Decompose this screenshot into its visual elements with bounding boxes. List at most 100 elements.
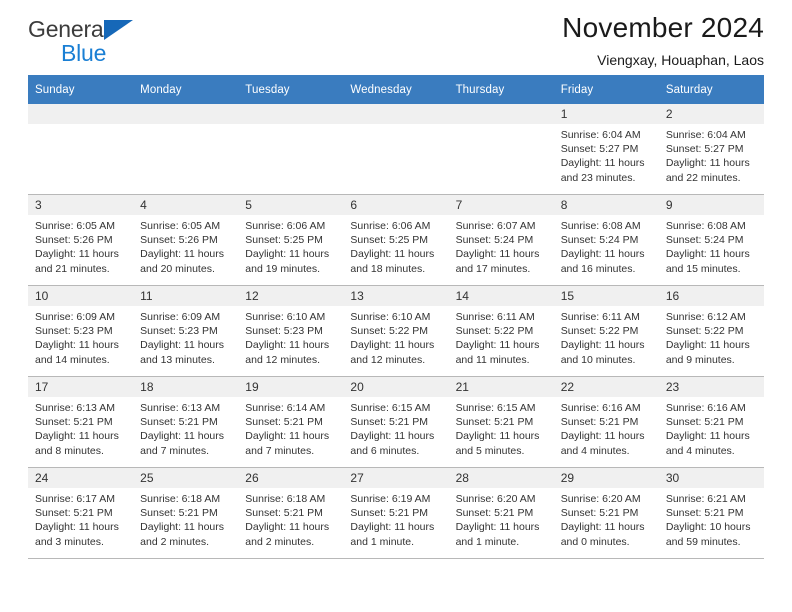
daylight-text: Daylight: 11 hours and 7 minutes. bbox=[140, 430, 224, 457]
day-details: Sunrise: 6:04 AM Sunset: 5:27 PM Daylight:… bbox=[659, 124, 764, 185]
calendar-day-cell[interactable]: 9 Sunrise: 6:08 AM Sunset: 5:24 PM Daylight… bbox=[658, 194, 764, 286]
day-details: Sunrise: 6:17 AM Sunset: 5:21 PM Daylight:… bbox=[28, 488, 133, 549]
calendar-day-cell[interactable]: 10 Sunrise: 6:09 AM Sunset: 5:23 PM Dayligh… bbox=[28, 285, 134, 377]
sunrise-text: Sunrise: 6:06 AM bbox=[245, 220, 326, 232]
calendar-day-cell[interactable]: 14 Sunrise: 6:11 AM Sunset: 5:22 PM Dayligh… bbox=[448, 285, 554, 377]
calendar-day-cell[interactable]: 1 Sunrise: 6:04 AM Sunset: 5:27 PM Daylight… bbox=[553, 104, 659, 195]
sunrise-text: Sunrise: 6:04 AM bbox=[560, 129, 641, 141]
weekday-header-friday: Friday bbox=[553, 75, 659, 104]
calendar-day-cell[interactable]: 2 Sunrise: 6:04 AM Sunset: 5:27 PM Daylight… bbox=[658, 104, 764, 195]
calendar-day-cell[interactable]: 15 Sunrise: 6:11 AM Sunset: 5:22 PM Dayligh… bbox=[553, 285, 659, 377]
sunset-text: Sunset: 5:21 PM bbox=[560, 416, 639, 429]
sunset-text: Sunset: 5:22 PM bbox=[560, 325, 639, 338]
sunrise-text: Sunrise: 6:10 AM bbox=[245, 311, 326, 323]
calendar-day-cell[interactable]: 25 Sunrise: 6:18 AM Sunset: 5:21 PM Dayligh… bbox=[133, 467, 239, 559]
day-details: Sunrise: 6:21 AM Sunset: 5:21 PM Daylight:… bbox=[659, 488, 764, 549]
sunset-text: Sunset: 5:21 PM bbox=[35, 507, 113, 520]
sunrise-text: Sunrise: 6:16 AM bbox=[665, 402, 746, 414]
day-details: Sunrise: 6:11 AM Sunset: 5:22 PM Daylight:… bbox=[554, 306, 659, 367]
daylight-text: Daylight: 11 hours and 1 minute. bbox=[350, 521, 435, 548]
calendar-day-cell[interactable]: 13 Sunrise: 6:10 AM Sunset: 5:22 PM Dayligh… bbox=[343, 285, 449, 377]
daylight-text: Daylight: 11 hours and 12 minutes. bbox=[245, 339, 330, 366]
day-number: 19 bbox=[238, 377, 344, 397]
calendar-day-cell[interactable]: 7 Sunrise: 6:07 AM Sunset: 5:24 PM Daylight… bbox=[448, 194, 554, 286]
sunrise-text: Sunrise: 6:10 AM bbox=[350, 311, 431, 323]
page-subtitle: Viengxay, Houaphan, Laos bbox=[597, 52, 764, 69]
day-details: Sunrise: 6:13 AM Sunset: 5:21 PM Daylight:… bbox=[28, 397, 133, 458]
calendar-day-cell[interactable]: 3 Sunrise: 6:05 AM Sunset: 5:26 PM Daylight… bbox=[28, 194, 134, 286]
calendar-day-cell[interactable]: 20 Sunrise: 6:15 AM Sunset: 5:21 PM Dayligh… bbox=[343, 376, 449, 468]
calendar-day-cell[interactable]: 26 Sunrise: 6:18 AM Sunset: 5:21 PM Dayligh… bbox=[238, 467, 344, 559]
day-number: 12 bbox=[238, 286, 344, 306]
day-number: 21 bbox=[448, 377, 554, 397]
sunset-text: Sunset: 5:21 PM bbox=[665, 507, 744, 520]
day-number: 29 bbox=[553, 468, 659, 488]
calendar-day-cell[interactable]: 19 Sunrise: 6:14 AM Sunset: 5:21 PM Dayligh… bbox=[238, 376, 344, 468]
day-number: 16 bbox=[658, 286, 764, 306]
day-details: Sunrise: 6:05 AM Sunset: 5:26 PM Daylight:… bbox=[28, 215, 133, 276]
day-details: Sunrise: 6:05 AM Sunset: 5:26 PM Daylight:… bbox=[133, 215, 238, 276]
calendar-day-cell[interactable]: 16 Sunrise: 6:12 AM Sunset: 5:22 PM Dayligh… bbox=[658, 285, 764, 377]
sunset-text: Sunset: 5:24 PM bbox=[560, 234, 639, 247]
calendar-day-cell[interactable]: 11 Sunrise: 6:09 AM Sunset: 5:23 PM Dayligh… bbox=[133, 285, 239, 377]
sunrise-text: Sunrise: 6:20 AM bbox=[560, 493, 641, 505]
calendar-day-cell[interactable]: 22 Sunrise: 6:16 AM Sunset: 5:21 PM Dayligh… bbox=[553, 376, 659, 468]
logo-text-general: General bbox=[28, 16, 109, 42]
logo-text-blue: Blue bbox=[61, 40, 107, 66]
sunset-text: Sunset: 5:21 PM bbox=[140, 507, 218, 520]
daylight-text: Daylight: 11 hours and 7 minutes. bbox=[245, 430, 330, 457]
sunset-text: Sunset: 5:27 PM bbox=[665, 143, 744, 156]
day-number: 17 bbox=[28, 377, 134, 397]
sunset-text: Sunset: 5:21 PM bbox=[560, 507, 639, 520]
weekday-header-monday: Monday bbox=[133, 75, 239, 104]
calendar-week-row: 1 Sunrise: 6:04 AM Sunset: 5:27 PM Daylight… bbox=[28, 104, 764, 195]
calendar-day-cell[interactable]: 6 Sunrise: 6:06 AM Sunset: 5:25 PM Daylight… bbox=[343, 194, 449, 286]
calendar-day-cell[interactable]: 8 Sunrise: 6:08 AM Sunset: 5:24 PM Daylight… bbox=[553, 194, 659, 286]
calendar-day-cell[interactable]: 17 Sunrise: 6:13 AM Sunset: 5:21 PM Dayligh… bbox=[28, 376, 134, 468]
sunset-text: Sunset: 5:27 PM bbox=[560, 143, 639, 156]
sunset-text: Sunset: 5:22 PM bbox=[350, 325, 429, 338]
calendar-day-cell[interactable]: 18 Sunrise: 6:13 AM Sunset: 5:21 PM Dayligh… bbox=[133, 376, 239, 468]
daylight-text: Daylight: 11 hours and 15 minutes. bbox=[665, 248, 750, 275]
calendar-body: 1 Sunrise: 6:04 AM Sunset: 5:27 PM Daylight… bbox=[28, 104, 764, 559]
calendar-day-cell[interactable]: 5 Sunrise: 6:06 AM Sunset: 5:25 PM Daylight… bbox=[238, 194, 344, 286]
sunset-text: Sunset: 5:22 PM bbox=[665, 325, 744, 338]
sunset-text: Sunset: 5:24 PM bbox=[455, 234, 534, 247]
calendar-day-cell[interactable]: 28 Sunrise: 6:20 AM Sunset: 5:21 PM Dayligh… bbox=[448, 467, 554, 559]
sunset-text: Sunset: 5:21 PM bbox=[455, 507, 534, 520]
sunrise-text: Sunrise: 6:18 AM bbox=[140, 493, 221, 505]
day-number: 1 bbox=[553, 104, 659, 124]
sunset-text: Sunset: 5:23 PM bbox=[140, 325, 218, 338]
calendar-day-cell[interactable]: 12 Sunrise: 6:10 AM Sunset: 5:23 PM Dayligh… bbox=[238, 285, 344, 377]
sunrise-text: Sunrise: 6:12 AM bbox=[665, 311, 746, 323]
day-number: 13 bbox=[343, 286, 449, 306]
daylight-text: Daylight: 11 hours and 3 minutes. bbox=[35, 521, 119, 548]
daylight-text: Daylight: 11 hours and 18 minutes. bbox=[350, 248, 435, 275]
sunset-text: Sunset: 5:21 PM bbox=[350, 507, 429, 520]
daylight-text: Daylight: 11 hours and 10 minutes. bbox=[560, 339, 645, 366]
calendar-day-cell[interactable]: 24 Sunrise: 6:17 AM Sunset: 5:21 PM Dayligh… bbox=[28, 467, 134, 559]
day-details: Sunrise: 6:10 AM Sunset: 5:23 PM Daylight:… bbox=[238, 306, 343, 367]
day-details: Sunrise: 6:20 AM Sunset: 5:21 PM Daylight:… bbox=[554, 488, 659, 549]
calendar-day-cell[interactable]: 23 Sunrise: 6:16 AM Sunset: 5:21 PM Dayligh… bbox=[658, 376, 764, 468]
calendar-day-cell[interactable]: 30 Sunrise: 6:21 AM Sunset: 5:21 PM Dayligh… bbox=[658, 467, 764, 559]
day-details: Sunrise: 6:19 AM Sunset: 5:21 PM Daylight:… bbox=[343, 488, 448, 549]
calendar-day-cell[interactable]: 4 Sunrise: 6:05 AM Sunset: 5:26 PM Daylight… bbox=[133, 194, 239, 286]
day-details: Sunrise: 6:06 AM Sunset: 5:25 PM Daylight:… bbox=[238, 215, 343, 276]
calendar-day-cell[interactable]: 29 Sunrise: 6:20 AM Sunset: 5:21 PM Dayligh… bbox=[553, 467, 659, 559]
weekday-header-sunday: Sunday bbox=[28, 75, 134, 104]
daylight-text: Daylight: 11 hours and 21 minutes. bbox=[35, 248, 119, 275]
day-number: 6 bbox=[343, 195, 449, 215]
sunrise-text: Sunrise: 6:19 AM bbox=[350, 493, 431, 505]
day-number bbox=[28, 104, 134, 124]
day-details: Sunrise: 6:10 AM Sunset: 5:22 PM Daylight:… bbox=[343, 306, 448, 367]
daylight-text: Daylight: 11 hours and 6 minutes. bbox=[350, 430, 435, 457]
daylight-text: Daylight: 11 hours and 4 minutes. bbox=[665, 430, 750, 457]
calendar-day-cell[interactable]: 21 Sunrise: 6:15 AM Sunset: 5:21 PM Dayligh… bbox=[448, 376, 554, 468]
calendar-empty-cell bbox=[133, 104, 239, 195]
day-details: Sunrise: 6:16 AM Sunset: 5:21 PM Daylight:… bbox=[554, 397, 659, 458]
calendar-day-cell[interactable]: 27 Sunrise: 6:19 AM Sunset: 5:21 PM Dayligh… bbox=[343, 467, 449, 559]
sunset-text: Sunset: 5:21 PM bbox=[350, 416, 429, 429]
calendar-week-row: 17 Sunrise: 6:13 AM Sunset: 5:21 PM Dayligh… bbox=[28, 376, 764, 468]
day-number: 4 bbox=[133, 195, 239, 215]
